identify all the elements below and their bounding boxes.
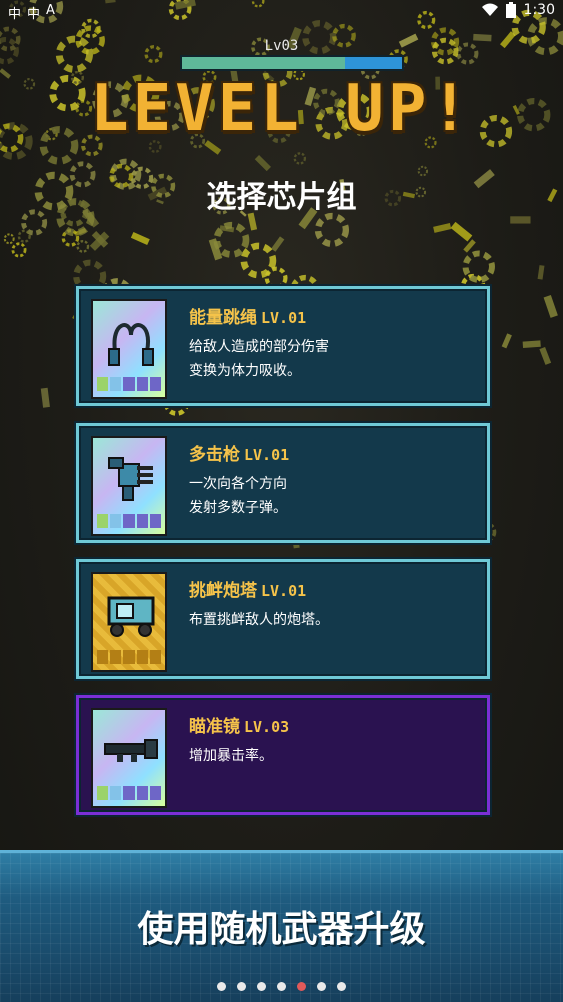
chip-level: LV.03 bbox=[244, 718, 290, 736]
bolt-particle bbox=[254, 154, 271, 172]
gear-particle bbox=[3, 233, 15, 245]
status-icon-2: 中 bbox=[27, 7, 41, 22]
chip-description: 一次向各个方向 发射多数子弹。 bbox=[189, 476, 287, 516]
scope-icon bbox=[104, 739, 158, 762]
gear-particle bbox=[17, 229, 31, 243]
chip-level: LV.01 bbox=[261, 582, 307, 600]
wifi-icon bbox=[481, 3, 498, 16]
chip-title: 能量跳绳 LV.01 bbox=[189, 303, 306, 328]
bolt-particle bbox=[40, 387, 50, 408]
choose-chip-title: 选择芯片组 bbox=[206, 180, 357, 215]
chip-description: 布置挑衅敌人的炮塔。 bbox=[189, 612, 329, 628]
page-dot[interactable] bbox=[297, 982, 306, 991]
page-dot[interactable] bbox=[237, 982, 246, 991]
gear-particle bbox=[76, 239, 90, 253]
bolt-particle bbox=[537, 265, 545, 280]
chip-title: 多击枪 LV.01 bbox=[189, 440, 289, 465]
page-dot[interactable] bbox=[317, 982, 326, 991]
xp-progress-fill bbox=[182, 57, 345, 69]
page-dot[interactable] bbox=[217, 982, 226, 991]
level-up-headline: LEVEL UP! bbox=[90, 72, 473, 146]
clock: 1:30 bbox=[523, 2, 555, 18]
page-dot[interactable] bbox=[257, 982, 266, 991]
chip-thumbnail bbox=[91, 299, 167, 399]
game-screen: 中 中 A 1:30 Lv03 LEVEL UP! 选择芯片组 能量跳绳 LV.0… bbox=[0, 0, 563, 1002]
page-dot[interactable] bbox=[337, 982, 346, 991]
gear-particle bbox=[293, 152, 307, 165]
chip-description: 增加暴击率。 bbox=[189, 748, 273, 764]
chip-title: 瞄准镜 LV.03 bbox=[189, 712, 289, 737]
bolt-particle bbox=[433, 223, 452, 233]
bolt-particle bbox=[130, 231, 150, 246]
chip-card-energy-rope[interactable]: 能量跳绳 LV.01 给敌人造成的部分伤害 变换为体力吸收。 bbox=[76, 286, 490, 406]
chip-name: 能量跳绳 bbox=[189, 308, 257, 328]
level-label: Lv03 bbox=[264, 38, 299, 54]
chip-card-taunt-turret[interactable]: 挑衅炮塔 LV.01 布置挑衅敌人的炮塔。 bbox=[76, 559, 490, 679]
bolt-particle bbox=[271, 236, 285, 252]
chip-card-scope[interactable]: 瞄准镜 LV.03 增加暴击率。 bbox=[76, 695, 490, 815]
battery-icon bbox=[505, 2, 516, 18]
xp-progress-bar bbox=[180, 55, 404, 71]
chip-thumbnail bbox=[91, 572, 167, 672]
bolt-particle bbox=[510, 216, 531, 224]
turret-icon bbox=[107, 596, 155, 637]
chip-level: LV.01 bbox=[244, 446, 290, 464]
status-icon-1: 中 bbox=[8, 7, 22, 22]
bolt-particle bbox=[501, 333, 512, 349]
gear-particle bbox=[264, 266, 288, 290]
chip-thumbnail bbox=[91, 708, 167, 808]
bolt-particle bbox=[543, 295, 558, 318]
chip-name: 多击枪 bbox=[189, 445, 240, 465]
banner-caption: 使用随机武器升级 bbox=[137, 909, 426, 950]
chip-description: 给敌人造成的部分伤害 变换为体力吸收。 bbox=[189, 339, 329, 379]
chip-name: 瞄准镜 bbox=[189, 717, 240, 737]
bolt-particle bbox=[539, 346, 552, 365]
bolt-particle bbox=[450, 221, 473, 242]
jump-rope-icon bbox=[108, 323, 154, 366]
gear-particle bbox=[314, 212, 350, 248]
page-dot[interactable] bbox=[277, 982, 286, 991]
status-icon-3: A bbox=[46, 3, 55, 18]
chip-thumbnail bbox=[91, 436, 167, 536]
xp-progress-remaining bbox=[344, 57, 402, 69]
bolt-particle bbox=[463, 239, 476, 253]
status-bar: 中 中 A 1:30 bbox=[0, 0, 563, 24]
page-indicator bbox=[0, 982, 563, 991]
chip-card-multi-gun[interactable]: 多击枪 LV.01 一次向各个方向 发射多数子弹。 bbox=[76, 423, 490, 543]
chip-level: LV.01 bbox=[261, 309, 307, 327]
gear-particle bbox=[11, 242, 27, 258]
multi-gun-icon bbox=[108, 457, 153, 501]
bolt-particle bbox=[522, 340, 541, 348]
chip-title: 挑衅炮塔 LV.01 bbox=[189, 576, 306, 601]
chip-name: 挑衅炮塔 bbox=[189, 581, 257, 601]
